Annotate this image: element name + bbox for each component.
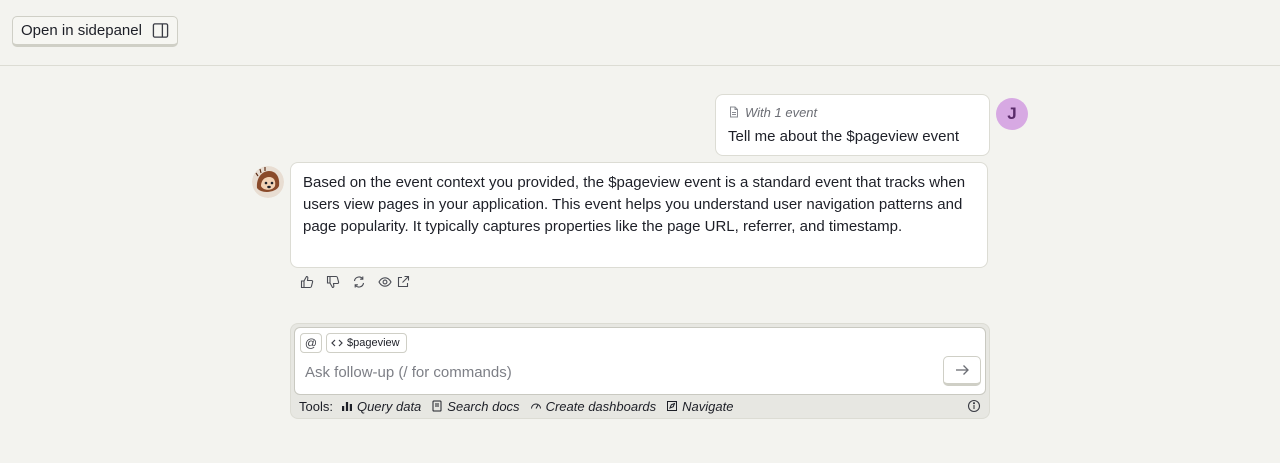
- retry-button[interactable]: [350, 273, 368, 291]
- tool-navigate[interactable]: Navigate: [666, 399, 733, 414]
- context-chip[interactable]: $pageview: [326, 333, 407, 353]
- tool-query-data-label: Query data: [356, 398, 422, 414]
- hedgehog-avatar-icon: [252, 166, 284, 198]
- assistant-avatar: [252, 166, 284, 198]
- user-avatar: J: [996, 98, 1028, 130]
- user-message-bubble: With 1 event Tell me about the $pageview…: [715, 94, 990, 156]
- context-indicator: With 1 event: [728, 104, 977, 120]
- tools-label: Tools:: [299, 398, 333, 414]
- view-trace-button[interactable]: [376, 273, 394, 291]
- assistant-message-bubble: Based on the event context you provided,…: [290, 162, 988, 268]
- tool-navigate-label: Navigate: [682, 398, 734, 414]
- context-chip-label: $pageview: [347, 337, 400, 349]
- thumbs-down-button[interactable]: [324, 273, 342, 291]
- tool-query-data[interactable]: Query data: [341, 399, 421, 414]
- message-actions: [298, 273, 420, 291]
- composer: @ $pageview Tools: Query data Search doc…: [290, 323, 990, 419]
- thumbs-up-icon: [300, 275, 314, 289]
- follow-up-input[interactable]: [305, 364, 925, 381]
- info-icon[interactable]: [967, 399, 981, 413]
- composer-input-box: @ $pageview: [294, 327, 986, 395]
- tools-row: Tools: Query data Search docs Create das…: [299, 398, 743, 414]
- open-external-button[interactable]: [394, 273, 412, 291]
- eye-icon: [378, 277, 392, 287]
- arrow-right-icon: [956, 365, 969, 375]
- top-bar: Open in sidepanel: [0, 0, 1280, 66]
- tool-create-dashboards-label: Create dashboards: [545, 398, 657, 414]
- gauge-icon: [530, 403, 541, 409]
- thumbs-up-button[interactable]: [298, 273, 316, 291]
- mention-button[interactable]: @: [300, 333, 322, 353]
- code-icon: [331, 339, 343, 347]
- external-link-icon: [397, 275, 410, 288]
- open-in-sidepanel-button[interactable]: Open in sidepanel: [12, 16, 178, 47]
- tool-create-dashboards[interactable]: Create dashboards: [530, 398, 657, 414]
- user-message-text: Tell me about the $pageview event: [728, 128, 959, 145]
- thumbs-down-icon: [326, 275, 340, 289]
- tool-search-docs-label: Search docs: [447, 398, 520, 414]
- book-icon: [432, 400, 442, 412]
- document-icon: [730, 106, 738, 118]
- context-label: With 1 event: [745, 104, 818, 120]
- open-in-sidepanel-label: Open in sidepanel: [21, 22, 142, 39]
- sidepanel-icon: [152, 23, 169, 38]
- retry-icon: [353, 276, 365, 288]
- send-button[interactable]: [943, 356, 981, 386]
- compass-icon: [667, 401, 678, 411]
- tool-search-docs[interactable]: Search docs: [431, 398, 520, 414]
- bar-chart-icon: [341, 402, 352, 411]
